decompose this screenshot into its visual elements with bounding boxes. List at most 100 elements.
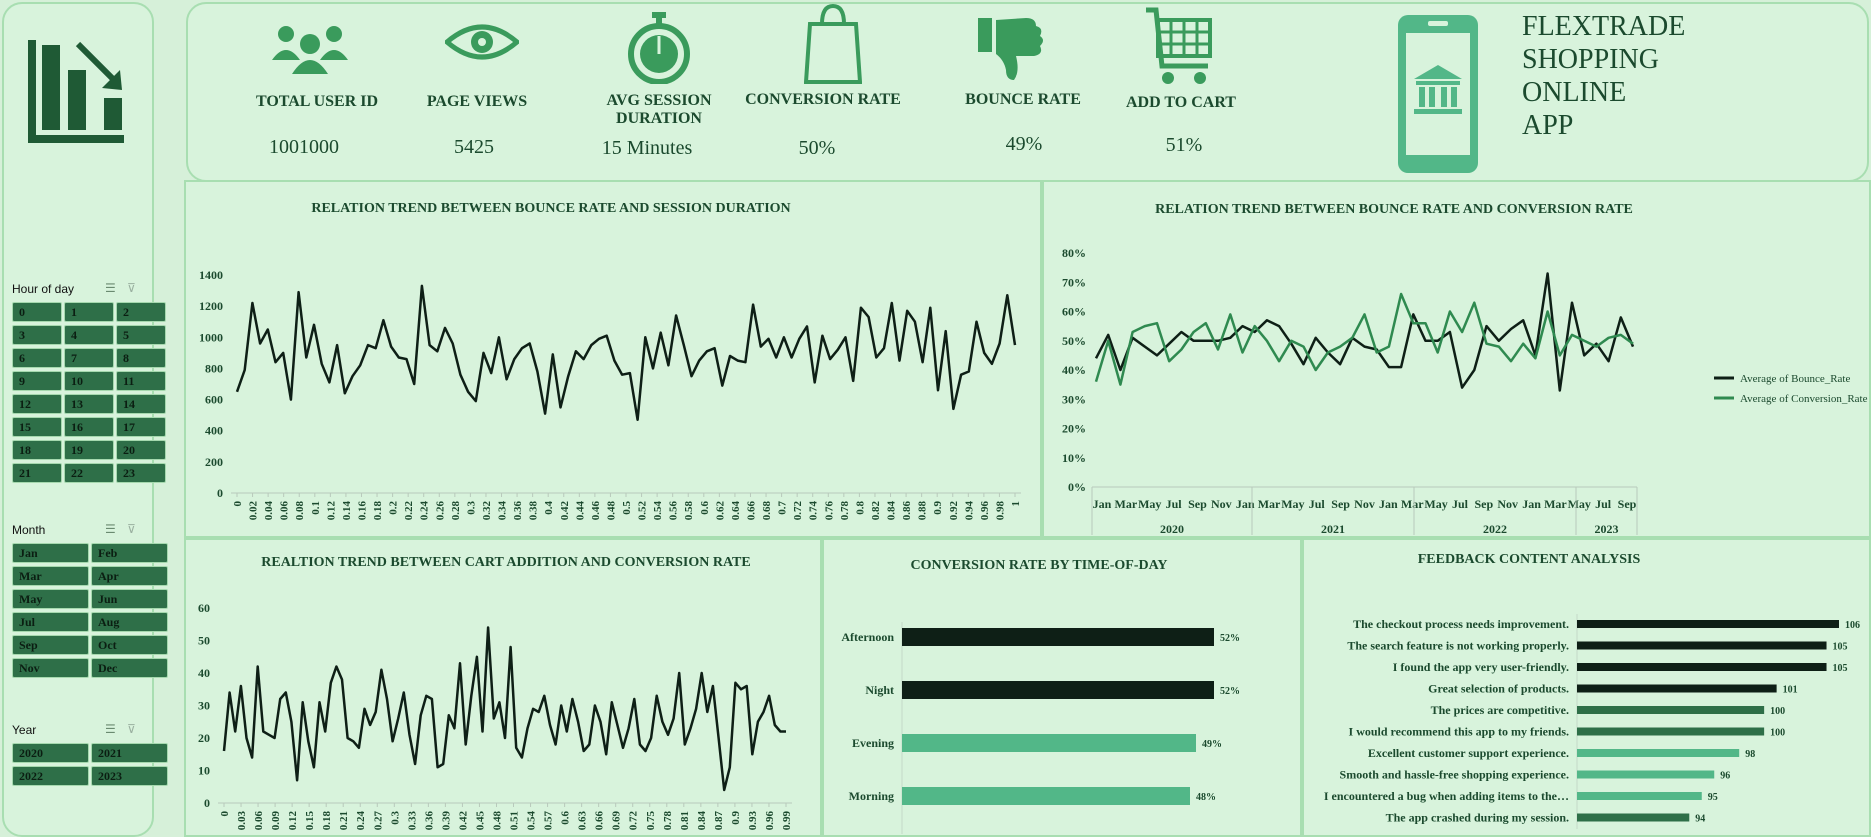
slicer-hour-9[interactable]: 9: [12, 371, 62, 391]
chart-feedback: The checkout process needs improvement. 1…: [1324, 614, 1860, 829]
slicer-hour-4[interactable]: 4: [64, 325, 114, 345]
clear-filter-icon[interactable]: ⊽: [127, 522, 136, 537]
slicer-hour-15[interactable]: 15: [12, 417, 62, 437]
slicer-month-jun[interactable]: Jun: [91, 589, 168, 609]
multi-select-icon[interactable]: ☰: [105, 522, 116, 537]
data-label: 96: [1720, 771, 1730, 782]
slicer-year-2023[interactable]: 2023: [91, 766, 168, 786]
bar: [1577, 727, 1765, 736]
data-label: 52%: [1220, 633, 1240, 644]
slicer-hour-11[interactable]: 11: [116, 371, 166, 391]
x-tick-label: 0.7: [777, 501, 789, 515]
slicer-hour-13[interactable]: 13: [64, 394, 114, 414]
y-tick-label: 200: [205, 455, 223, 469]
x-tick-label: 0.08: [294, 501, 306, 521]
slicer-year-2022[interactable]: 2022: [12, 766, 89, 786]
slicer-month-jan[interactable]: Jan: [12, 543, 89, 563]
slicer-month-jul[interactable]: Jul: [12, 612, 89, 632]
slicer-hour-12[interactable]: 12: [12, 394, 62, 414]
month-tick-label: May: [1424, 497, 1447, 511]
x-tick-label: 0.99: [781, 811, 793, 831]
x-tick-label: 0.84: [696, 811, 708, 831]
slicer-hour-22[interactable]: 22: [64, 463, 114, 483]
kpi-label-conversion: CONVERSION RATE: [745, 91, 901, 108]
slicer-month-sep[interactable]: Sep: [12, 635, 89, 655]
x-tick-label: 0.42: [559, 501, 571, 521]
slicer-hour-6[interactable]: 6: [12, 348, 62, 368]
slicer-month-oct[interactable]: Oct: [91, 635, 168, 655]
y-tick-label: 1000: [199, 330, 223, 344]
clear-filter-icon[interactable]: ⊽: [127, 281, 136, 296]
month-tick-label: Mar: [1115, 497, 1138, 511]
slicer-hour-2[interactable]: 2: [116, 302, 166, 322]
clear-filter-icon[interactable]: ⊽: [127, 722, 136, 737]
x-tick-label: 0: [232, 501, 244, 507]
x-tick-label: 0.82: [870, 501, 882, 521]
month-tick-label: Jul: [1452, 497, 1469, 511]
y-tick-label: 80%: [1062, 246, 1086, 260]
data-label: 98: [1745, 749, 1755, 760]
x-tick-label: 0.84: [886, 501, 898, 521]
slicer-hour-21[interactable]: 21: [12, 463, 62, 483]
slicer-hour-18[interactable]: 18: [12, 440, 62, 460]
x-tick-label: 0.81: [679, 811, 691, 830]
slicer-hour-10[interactable]: 10: [64, 371, 114, 391]
x-tick-label: 0.1: [310, 501, 322, 515]
slicer-month-apr[interactable]: Apr: [91, 566, 168, 586]
y-tick-label: 400: [205, 424, 223, 438]
slicer-year-2020[interactable]: 2020: [12, 743, 89, 763]
x-tick-label: 0.44: [574, 501, 586, 521]
slicer-hour-17[interactable]: 17: [116, 417, 166, 437]
month-tick-label: Nov: [1354, 497, 1375, 511]
slicer-hour-19[interactable]: 19: [64, 440, 114, 460]
x-tick-label: 0.06: [253, 811, 265, 831]
thumbs-down-icon: [978, 18, 1043, 80]
y-tick-label: 70%: [1062, 275, 1086, 289]
slicer-hour-14[interactable]: 14: [116, 394, 166, 414]
bar: [1577, 792, 1702, 800]
category-label: Afternoon: [841, 630, 894, 644]
bar: [1577, 813, 1690, 822]
x-tick-label: 0.94: [963, 501, 975, 521]
multi-select-icon[interactable]: ☰: [105, 281, 116, 296]
kpi-value-bounce: 49%: [1005, 133, 1043, 155]
slicer-month-aug[interactable]: Aug: [91, 612, 168, 632]
category-label: Smooth and hassle-free shopping experien…: [1340, 768, 1569, 782]
slicer-month-nov[interactable]: Nov: [12, 658, 89, 678]
x-tick-label: 0.03: [236, 811, 248, 831]
x-tick-label: 0.46: [590, 501, 602, 521]
slicer-hour-0[interactable]: 0: [12, 302, 62, 322]
data-label: 95: [1708, 792, 1718, 803]
slicer-hour-1[interactable]: 1: [64, 302, 114, 322]
x-tick-label: 0.16: [356, 501, 368, 521]
legend-label: Average of Bounce_Rate: [1740, 373, 1850, 385]
slicer-month-dec[interactable]: Dec: [91, 658, 168, 678]
month-tick-label: Mar: [1544, 497, 1567, 511]
y-tick-label: 40: [198, 666, 210, 680]
x-tick-label: 0.42: [457, 811, 469, 831]
slicer-month-feb[interactable]: Feb: [91, 543, 168, 563]
x-tick-label: 0.34: [497, 501, 509, 521]
slicer-hour-7[interactable]: 7: [64, 348, 114, 368]
x-tick-label: 0.12: [287, 811, 299, 831]
x-tick-label: 0.74: [808, 501, 820, 521]
slicer-hour-23[interactable]: 23: [116, 463, 166, 483]
kpi-value-add-to-cart: 51%: [1165, 134, 1203, 156]
y-tick-label: 0%: [1068, 480, 1086, 494]
hour-slicer-title: Hour of day: [12, 282, 75, 296]
slicer-month-mar[interactable]: Mar: [12, 566, 89, 586]
slicer-hour-3[interactable]: 3: [12, 325, 62, 345]
slicer-hour-16[interactable]: 16: [64, 417, 114, 437]
slicer-hour-8[interactable]: 8: [116, 348, 166, 368]
slicer-hour-5[interactable]: 5: [116, 325, 166, 345]
legend-label: Average of Conversion_Rate: [1740, 393, 1868, 405]
month-tick-label: Jul: [1166, 497, 1183, 511]
x-tick-label: 0.93: [747, 811, 759, 831]
bar: [1577, 663, 1827, 671]
slicer-month-may[interactable]: May: [12, 589, 89, 609]
bar: [902, 628, 1214, 646]
slicer-year-2021[interactable]: 2021: [91, 743, 168, 763]
multi-select-icon[interactable]: ☰: [105, 722, 116, 737]
slicer-hour-20[interactable]: 20: [116, 440, 166, 460]
y-tick-label: 10%: [1062, 451, 1086, 465]
